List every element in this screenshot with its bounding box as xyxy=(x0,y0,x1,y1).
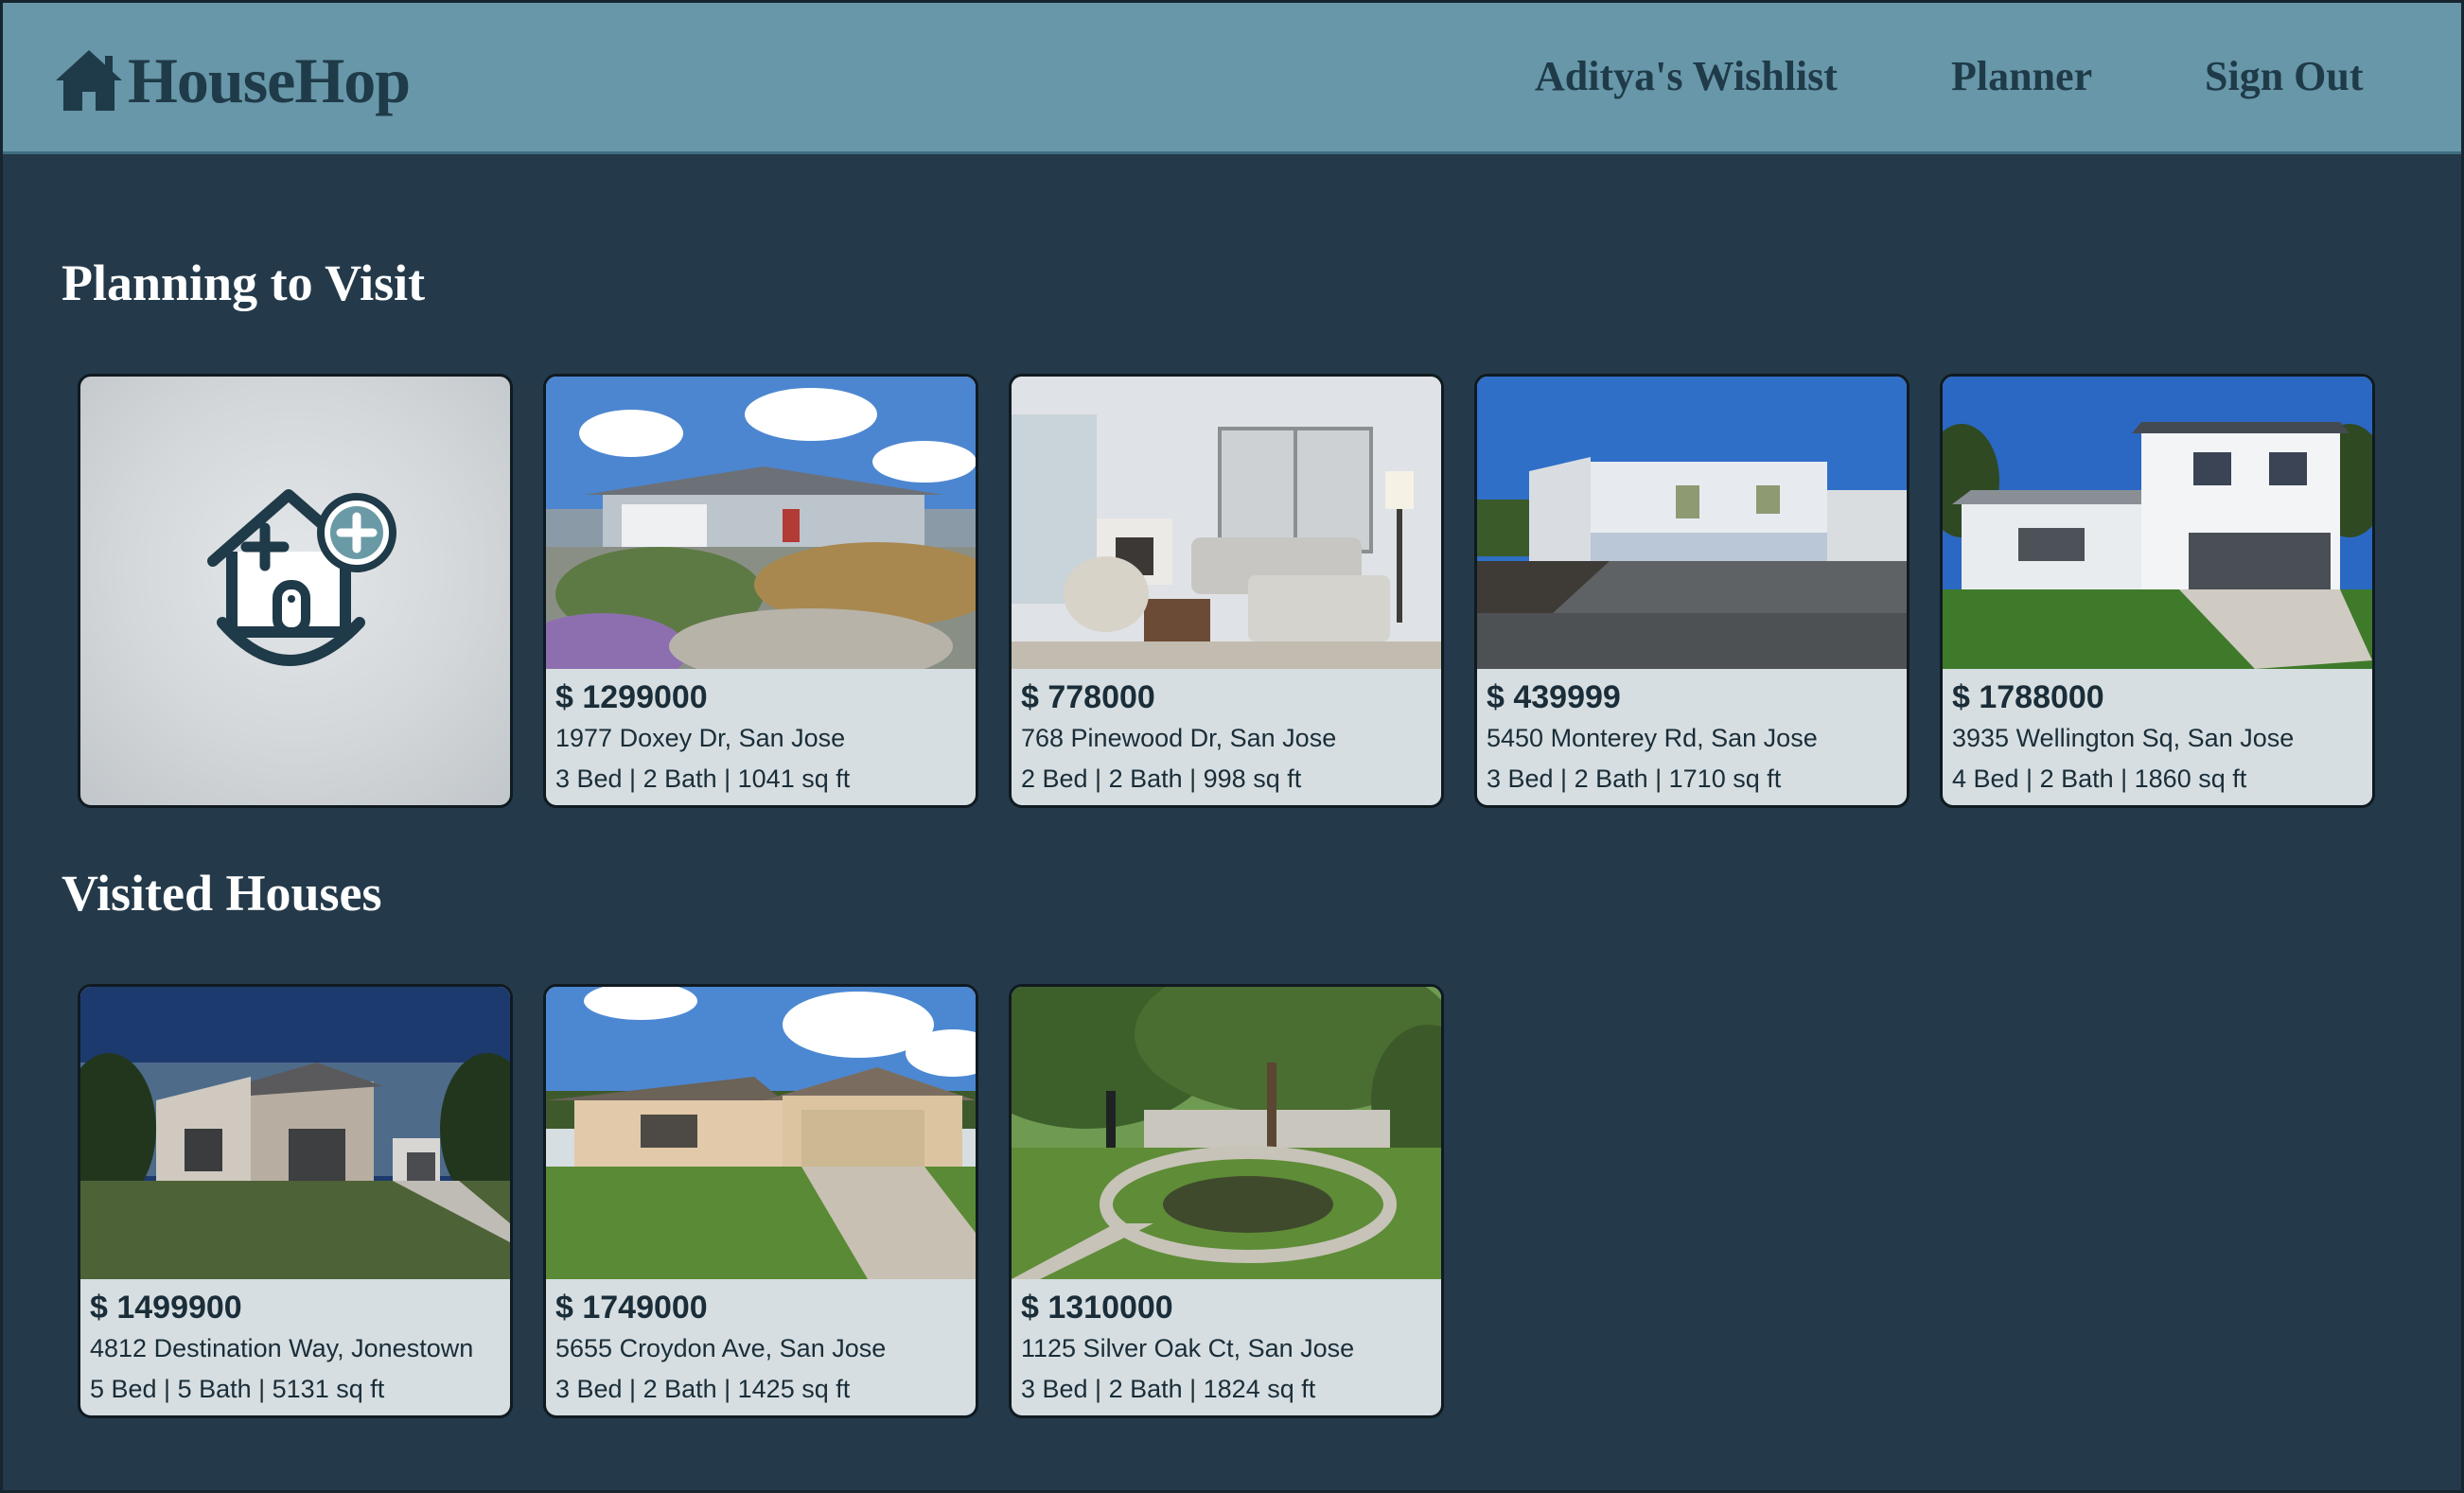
house-address: 4812 Destination Way, Jonestown xyxy=(90,1334,474,1362)
visited-section-title: Visited Houses xyxy=(62,865,382,922)
house-photo xyxy=(80,987,510,1279)
house-address: 768 Pinewood Dr, San Jose xyxy=(1021,724,1337,752)
house-card[interactable]: $ 778000 768 Pinewood Dr, San Jose 2 Bed… xyxy=(1009,374,1444,808)
house-address: 5655 Croydon Ave, San Jose xyxy=(555,1334,887,1362)
house-address: 3935 Wellington Sq, San Jose xyxy=(1952,724,2295,752)
add-house-icon xyxy=(207,489,396,666)
house-card[interactable]: $ 1299000 1977 Doxey Dr, San Jose 3 Bed … xyxy=(543,374,978,808)
house-price: $ 1299000 xyxy=(555,679,708,715)
house-card[interactable]: $ 439999 5450 Monterey Rd, San Jose 3 Be… xyxy=(1474,374,1910,808)
house-specs: 2 Bed | 2 Bath | 998 sq ft xyxy=(1021,764,1302,793)
add-house-card[interactable] xyxy=(78,374,513,808)
house-photo xyxy=(1477,377,1907,669)
house-price: $ 439999 xyxy=(1487,679,1621,715)
house-price: $ 778000 xyxy=(1021,679,1155,715)
house-price: $ 1788000 xyxy=(1952,679,2104,715)
brand-name: HouseHop xyxy=(128,44,411,116)
house-price: $ 1749000 xyxy=(555,1290,708,1326)
house-specs: 3 Bed | 2 Bath | 1710 sq ft xyxy=(1487,764,1782,793)
nav-wishlist-link[interactable]: Aditya's Wishlist xyxy=(1535,52,1838,109)
house-card[interactable]: $ 1788000 3935 Wellington Sq, San Jose 4… xyxy=(1940,374,2375,808)
house-price: $ 1499900 xyxy=(90,1290,242,1326)
planning-section-title: Planning to Visit xyxy=(62,255,426,311)
house-specs: 5 Bed | 5 Bath | 5131 sq ft xyxy=(90,1375,385,1403)
house-specs: 3 Bed | 2 Bath | 1824 sq ft xyxy=(1021,1375,1316,1403)
nav-sign-out-link[interactable]: Sign Out xyxy=(2205,52,2364,109)
house-photo xyxy=(1012,377,1441,669)
house-card[interactable]: $ 1499900 4812 Destination Way, Jonestow… xyxy=(78,984,513,1418)
house-address: 1125 Silver Oak Ct, San Jose xyxy=(1021,1334,1355,1362)
house-specs: 3 Bed | 2 Bath | 1425 sq ft xyxy=(555,1375,851,1403)
house-photo xyxy=(1012,987,1441,1279)
house-card[interactable]: $ 1749000 5655 Croydon Ave, San Jose 3 B… xyxy=(543,984,978,1418)
nav-planner-link[interactable]: Planner xyxy=(1951,52,2092,109)
house-photo xyxy=(546,377,976,669)
house-price: $ 1310000 xyxy=(1021,1290,1173,1326)
house-photo xyxy=(546,987,976,1279)
top-navbar: HouseHop Aditya's Wishlist Planner Sign … xyxy=(0,0,2464,154)
house-address: 5450 Monterey Rd, San Jose xyxy=(1487,724,1818,752)
house-icon xyxy=(56,50,122,111)
brand-logo[interactable]: HouseHop xyxy=(52,43,411,118)
house-photo xyxy=(1943,377,2372,669)
house-specs: 4 Bed | 2 Bath | 1860 sq ft xyxy=(1952,764,2247,793)
house-address: 1977 Doxey Dr, San Jose xyxy=(555,724,846,752)
house-specs: 3 Bed | 2 Bath | 1041 sq ft xyxy=(555,764,851,793)
house-card[interactable]: $ 1310000 1125 Silver Oak Ct, San Jose 3… xyxy=(1009,984,1444,1418)
